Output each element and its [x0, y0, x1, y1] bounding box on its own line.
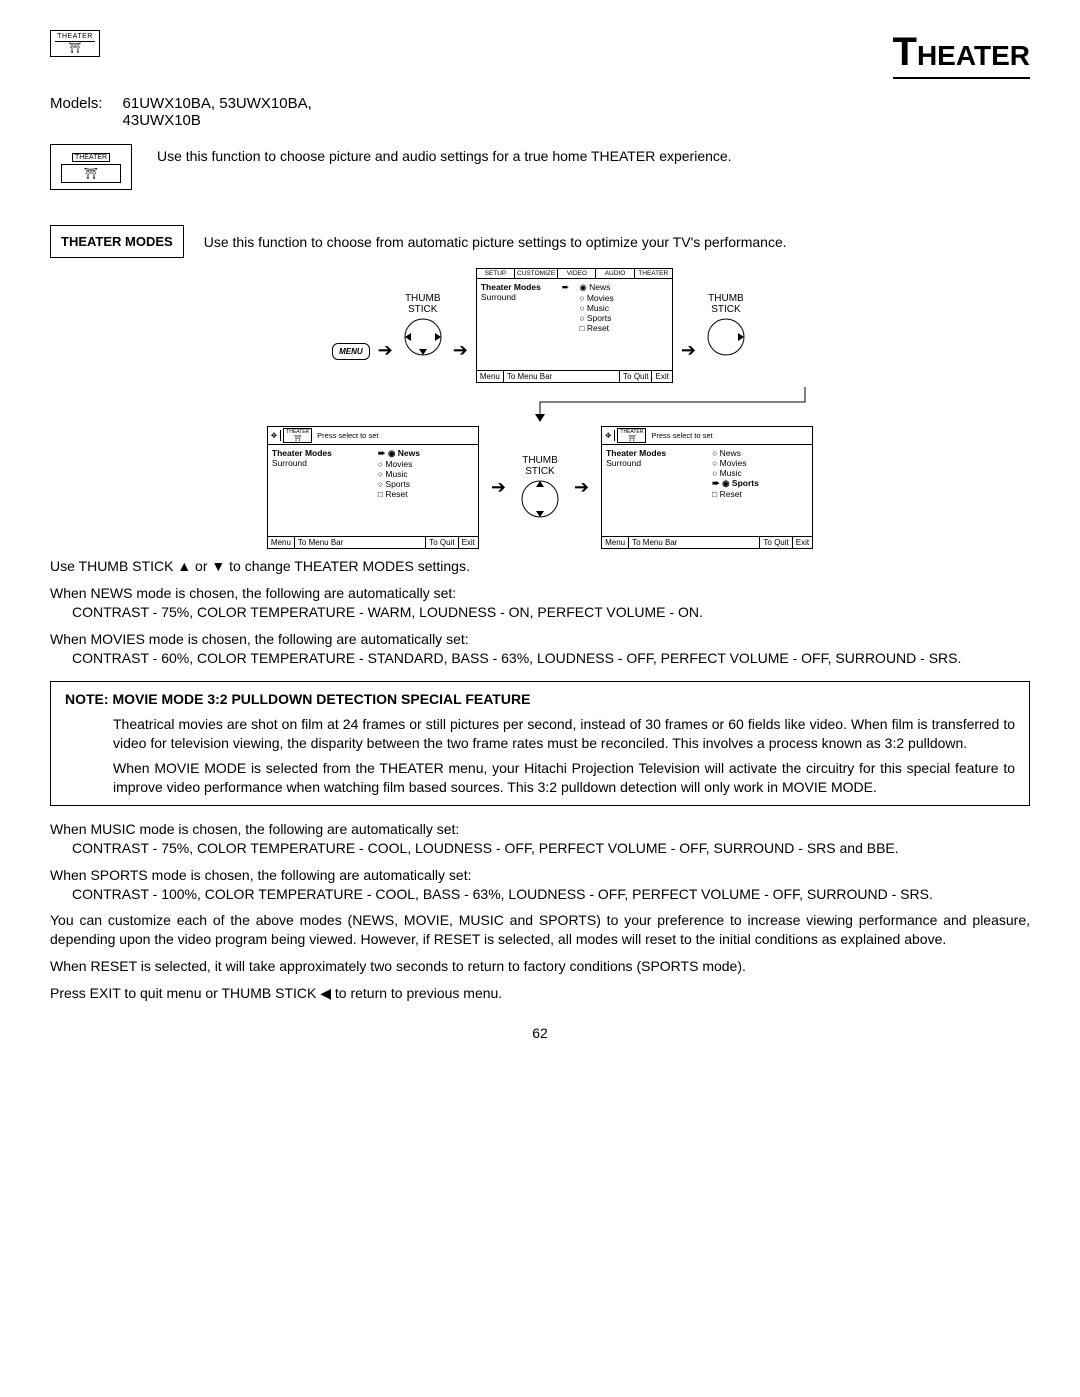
- theater-icon-box: THEATER ⛩: [50, 144, 132, 190]
- body-text: Use THUMB STICK ▲ or ▼ to change THEATER…: [50, 557, 1030, 1003]
- thumbstick-icon[interactable]: [704, 315, 748, 359]
- corner-logo: THEATER ⛩: [50, 30, 100, 57]
- news-mode-settings: CONTRAST - 75%, COLOR TEMPERATURE - WARM…: [50, 603, 1030, 622]
- music-mode-settings: CONTRAST - 75%, COLOR TEMPERATURE - COOL…: [50, 839, 1030, 858]
- movies-mode-heading: When MOVIES mode is chosen, the followin…: [50, 630, 1030, 649]
- note-box: NOTE: MOVIE MODE 3:2 PULLDOWN DETECTION …: [50, 681, 1030, 805]
- models-list: 61UWX10BA, 53UWX10BA, 43UWX10B: [123, 95, 312, 129]
- thumb-stick-label: THUMB STICK: [704, 293, 748, 315]
- theater-badge: THEATER ⛩: [283, 428, 312, 443]
- movies-mode-settings: CONTRAST - 60%, COLOR TEMPERATURE - STAN…: [50, 649, 1030, 668]
- page-title: Theater: [893, 30, 1030, 79]
- exit-instruction: Press EXIT to quit menu or THUMB STICK ◀…: [50, 984, 1030, 1003]
- thumbstick-icon[interactable]: [518, 477, 562, 521]
- sub-menu-screen-sports: ✥ THEATER ⛩ Press select to set Theater …: [601, 426, 813, 549]
- main-menu-screen: SETUP CUSTOMIZE VIDEO AUDIO THEATER Thea…: [476, 268, 673, 383]
- nav-icon: ✥: [602, 430, 615, 441]
- nav-icon: ✥: [268, 430, 281, 441]
- theater-icon: ⛩: [61, 164, 121, 183]
- note-title: MOVIE MODE 3:2 PULLDOWN DETECTION SPECIA…: [112, 691, 530, 707]
- note-label: NOTE:: [65, 691, 109, 707]
- sports-mode-settings: CONTRAST - 100%, COLOR TEMPERATURE - COO…: [50, 885, 1030, 904]
- theater-badge: THEATER ⛩: [617, 428, 646, 443]
- thumb-stick-label: THUMB STICK: [401, 293, 445, 315]
- intro-row: THEATER ⛩ Use this function to choose pi…: [50, 144, 1030, 190]
- intro-text: Use this function to choose picture and …: [157, 144, 1030, 164]
- theater-modes-text: Use this function to choose from automat…: [204, 234, 1030, 250]
- note-paragraph-2: When MOVIE MODE is selected from the THE…: [113, 759, 1015, 797]
- connector-down-icon: [230, 387, 850, 422]
- main-menu-tabs: SETUP CUSTOMIZE VIDEO AUDIO THEATER: [477, 269, 672, 279]
- theater-icon: ⛩: [55, 42, 95, 54]
- instruction-thumbstick: Use THUMB STICK ▲ or ▼ to change THEATER…: [50, 557, 1030, 576]
- arrow-right-icon: ➔: [491, 477, 506, 498]
- music-mode-heading: When MUSIC mode is chosen, the following…: [50, 820, 1030, 839]
- news-mode-heading: When NEWS mode is chosen, the following …: [50, 584, 1030, 603]
- menu-button[interactable]: MENU: [332, 343, 370, 360]
- reset-paragraph: When RESET is selected, it will take app…: [50, 957, 1030, 976]
- arrow-right-icon: ➔: [574, 477, 589, 498]
- thumb-stick-label: THUMB STICK: [518, 455, 562, 477]
- arrow-right-icon: ➔: [681, 290, 696, 361]
- sub-menu-screen-news: ✥ THEATER ⛩ Press select to set Theater …: [267, 426, 479, 549]
- theater-modes-label: THEATER MODES: [50, 225, 184, 258]
- customize-paragraph: You can customize each of the above mode…: [50, 911, 1030, 949]
- modes-row: THEATER MODES Use this function to choos…: [50, 225, 1030, 258]
- diagram-area: MENU ➔ THUMB STICK ➔ SETUP CUSTOMIZE VID…: [50, 268, 1030, 549]
- models-label: Models:: [50, 95, 103, 129]
- page-number: 62: [50, 1025, 1030, 1041]
- models-row: Models: 61UWX10BA, 53UWX10BA, 43UWX10B: [50, 95, 1030, 129]
- thumbstick-icon[interactable]: [401, 315, 445, 359]
- logo-top-text: THEATER: [55, 33, 95, 42]
- arrow-right-icon: ➔: [453, 290, 468, 361]
- note-paragraph-1: Theatrical movies are shot on film at 24…: [113, 715, 1015, 753]
- header-row: THEATER ⛩ Theater: [50, 30, 1030, 85]
- sports-mode-heading: When SPORTS mode is chosen, the followin…: [50, 866, 1030, 885]
- icon-box-label: THEATER: [72, 153, 110, 162]
- arrow-right-icon: ➔: [378, 290, 393, 361]
